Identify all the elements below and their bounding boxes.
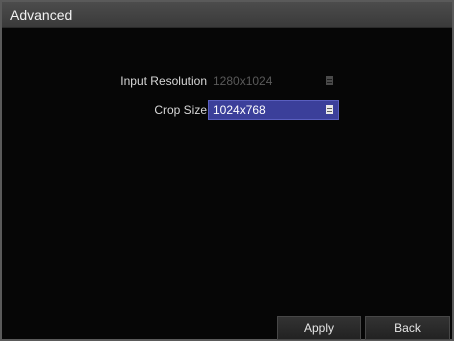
crop-size-label: Crop Size — [154, 103, 207, 117]
dropdown-list-icon — [326, 76, 333, 85]
title-bar: Advanced — [2, 2, 452, 28]
crop-size-select[interactable]: 1024x768 — [208, 100, 339, 120]
input-resolution-label: Input Resolution — [120, 74, 207, 88]
crop-size-value: 1024x768 — [213, 103, 266, 117]
back-button[interactable]: Back — [365, 316, 450, 340]
dropdown-list-icon[interactable] — [326, 105, 333, 114]
input-resolution-select: 1280x1024 — [208, 71, 339, 91]
advanced-dialog: Advanced Input Resolution 1280x1024 Crop… — [0, 0, 454, 341]
input-resolution-value: 1280x1024 — [213, 74, 273, 88]
dialog-title: Advanced — [10, 7, 73, 23]
input-resolution-row: Input Resolution 1280x1024 — [2, 71, 452, 91]
crop-size-row: Crop Size 1024x768 — [2, 100, 452, 120]
apply-button[interactable]: Apply — [277, 316, 361, 340]
